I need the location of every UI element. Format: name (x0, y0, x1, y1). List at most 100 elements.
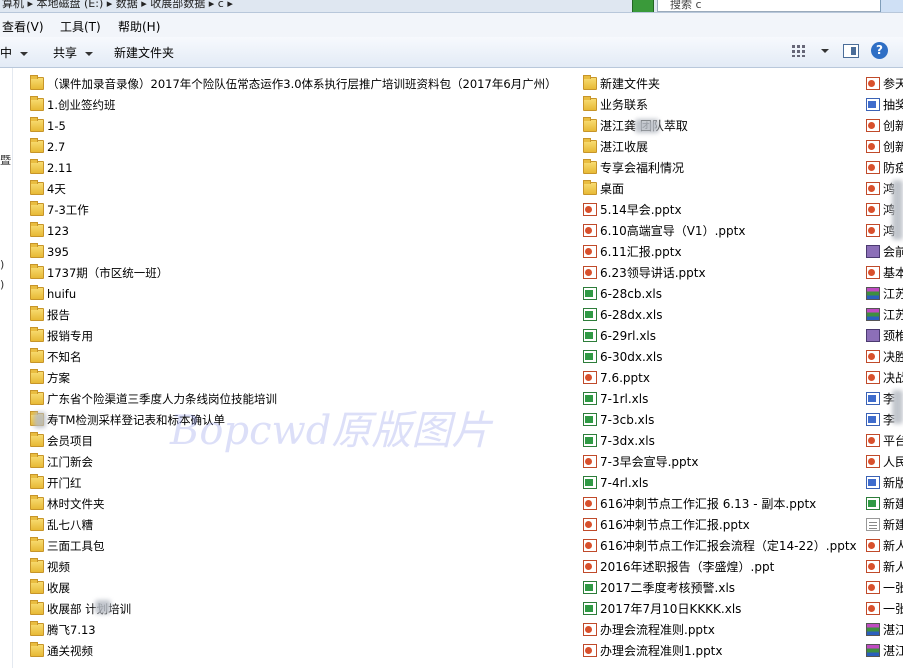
file-item[interactable]: 抽奖 (866, 94, 903, 115)
help-icon[interactable]: ? (871, 42, 888, 59)
file-item[interactable]: 6-28dx.xls (583, 304, 858, 325)
folder-item[interactable]: 业务联系 (583, 94, 858, 115)
folder-item[interactable]: 4天 (30, 178, 570, 199)
file-name: 收展 (47, 580, 70, 595)
file-item[interactable]: 办理会流程准则1.pptx (583, 640, 858, 661)
folder-item[interactable]: 广东省个险渠道三季度人力条线岗位技能培训 (30, 388, 570, 409)
file-item[interactable]: 颈椎 (866, 325, 903, 346)
menu-tools[interactable]: 工具(T) (60, 18, 101, 35)
file-item[interactable]: 2016年述职报告（李盛煌）.ppt (583, 556, 858, 577)
file-item[interactable]: 创新 (866, 136, 903, 157)
share-button[interactable]: 共享 (53, 44, 94, 61)
folder-item[interactable]: 乱七八糟 (30, 514, 570, 535)
folder-item[interactable]: 2.11 (30, 157, 570, 178)
file-item[interactable]: 会前 (866, 241, 903, 262)
folder-item[interactable]: 1.创业签约班 (30, 94, 570, 115)
file-item[interactable]: 616冲刺节点工作汇报.pptx (583, 514, 858, 535)
folder-item[interactable]: 腾飞7.13 (30, 619, 570, 640)
menu-help[interactable]: 帮助(H) (118, 18, 160, 35)
address-bar[interactable]: 算机 ▸ 本地磁盘 (E:) ▸ 数据 ▸ 收展部数据 ▸ c ▸ 搜索 c (0, 0, 903, 13)
folder-item[interactable]: 会员项目 (30, 430, 570, 451)
folder-item[interactable]: 通关视频 (30, 640, 570, 661)
new-folder-button[interactable]: 新建文件夹 (114, 44, 174, 61)
file-item[interactable]: 江苏 (866, 283, 903, 304)
file-item[interactable]: 平台 (866, 430, 903, 451)
search-input[interactable]: 搜索 c (657, 0, 881, 12)
file-item[interactable]: 新人 (866, 535, 903, 556)
file-item[interactable]: 7-3cb.xls (583, 409, 858, 430)
file-item[interactable]: 7-3早会宣导.pptx (583, 451, 858, 472)
file-item[interactable]: 616冲刺节点工作汇报会流程（定14-22）.pptx (583, 535, 858, 556)
file-item[interactable]: 基本 (866, 262, 903, 283)
file-item[interactable]: 防疫 (866, 157, 903, 178)
file-item[interactable]: 湛江 (866, 619, 903, 640)
file-item[interactable]: 7-1rl.xls (583, 388, 858, 409)
folder-item[interactable]: 不知名 (30, 346, 570, 367)
view-options-chevron-icon[interactable] (821, 49, 829, 53)
menu-view[interactable]: 查看(V) (2, 18, 44, 35)
folder-item[interactable]: 1-5 (30, 115, 570, 136)
file-item[interactable]: 新人 (866, 556, 903, 577)
folder-item[interactable]: 123 (30, 220, 570, 241)
file-name: 2017年7月10日KKKK.xls (600, 602, 742, 616)
file-item[interactable]: 5.14早会.pptx (583, 199, 858, 220)
file-name: 5.14早会.pptx (600, 203, 682, 217)
file-item[interactable]: 办理会流程准则.pptx (583, 619, 858, 640)
file-item[interactable]: 7.6.pptx (583, 367, 858, 388)
file-item[interactable]: 2017年7月10日KKKK.xls (583, 598, 858, 619)
view-grid-icon[interactable] (792, 45, 806, 57)
organize-button[interactable]: 中 (0, 44, 29, 61)
folder-item[interactable]: （课件加录音录像）2017年个险队伍常态运作3.0体系执行层推广培训班资料包（2… (30, 73, 570, 94)
file-item[interactable]: 6-30dx.xls (583, 346, 858, 367)
file-item[interactable]: 一张 (866, 598, 903, 619)
file-item[interactable]: 6-29rl.xls (583, 325, 858, 346)
file-item[interactable]: 7-4rl.xls (583, 472, 858, 493)
file-name: 广东省个险渠道三季度人力条线岗位技能培训 (47, 391, 277, 406)
folder-item[interactable]: 报销专用 (30, 325, 570, 346)
folder-item[interactable]: 江门新会 (30, 451, 570, 472)
file-item[interactable]: 616冲刺节点工作汇报 6.13 - 副本.pptx (583, 493, 858, 514)
file-item[interactable]: 决胜 (866, 346, 903, 367)
folder-item[interactable]: 收展部 计划培训 (30, 598, 570, 619)
file-item[interactable]: 一张 (866, 577, 903, 598)
folder-item[interactable]: 视频 (30, 556, 570, 577)
file-item[interactable]: 江苏 (866, 304, 903, 325)
file-item[interactable]: 6.11汇报.pptx (583, 241, 858, 262)
folder-item[interactable]: 新建文件夹 (583, 73, 858, 94)
preview-pane-icon[interactable] (843, 44, 859, 58)
folder-item[interactable]: 林时文件夹 (30, 493, 570, 514)
file-item[interactable]: 6.10高端宣导（V1）.pptx (583, 220, 858, 241)
file-item[interactable]: 6.23领导讲话.pptx (583, 262, 858, 283)
folder-item[interactable]: 1737期（市区统一班） (30, 262, 570, 283)
folder-item[interactable]: 395 (30, 241, 570, 262)
folder-item[interactable]: 7-3工作 (30, 199, 570, 220)
file-item[interactable]: 参天 (866, 73, 903, 94)
file-item[interactable]: 6-28cb.xls (583, 283, 858, 304)
file-item[interactable]: 7-3dx.xls (583, 430, 858, 451)
file-item[interactable]: 湛江 (866, 640, 903, 661)
file-item[interactable]: 新建 (866, 514, 903, 535)
folder-item[interactable]: 桌面 (583, 178, 858, 199)
folder-item[interactable]: huifu (30, 283, 570, 304)
folder-item[interactable]: 方案 (30, 367, 570, 388)
folder-item[interactable]: 2.7 (30, 136, 570, 157)
go-arrow-icon[interactable] (632, 0, 654, 12)
folder-item[interactable]: 开门红 (30, 472, 570, 493)
file-item[interactable]: 2017二季度考核预警.xls (583, 577, 858, 598)
file-name: 创新 (883, 140, 903, 154)
folder-item[interactable]: 寿TM检测采样登记表和标本确认单 (30, 409, 570, 430)
file-item[interactable]: 人民 (866, 451, 903, 472)
file-item[interactable]: 新版 (866, 472, 903, 493)
folder-item[interactable]: 收展 (30, 577, 570, 598)
folder-item[interactable]: 报告 (30, 304, 570, 325)
file-name: 6-30dx.xls (600, 349, 663, 364)
file-item[interactable]: 决战 (866, 367, 903, 388)
file-item[interactable]: 新建 (866, 493, 903, 514)
search-icon[interactable] (880, 0, 903, 12)
file-item[interactable]: 创新 (866, 115, 903, 136)
folder-item[interactable]: 三面工具包 (30, 535, 570, 556)
folder-item[interactable]: 湛江龚 团队萃取 (583, 115, 858, 136)
folder-item[interactable]: 专享会福利情况 (583, 157, 858, 178)
address-path[interactable]: 算机 ▸ 本地磁盘 (E:) ▸ 数据 ▸ 收展部数据 ▸ c ▸ (2, 0, 233, 11)
folder-item[interactable]: 湛江收展 (583, 136, 858, 157)
